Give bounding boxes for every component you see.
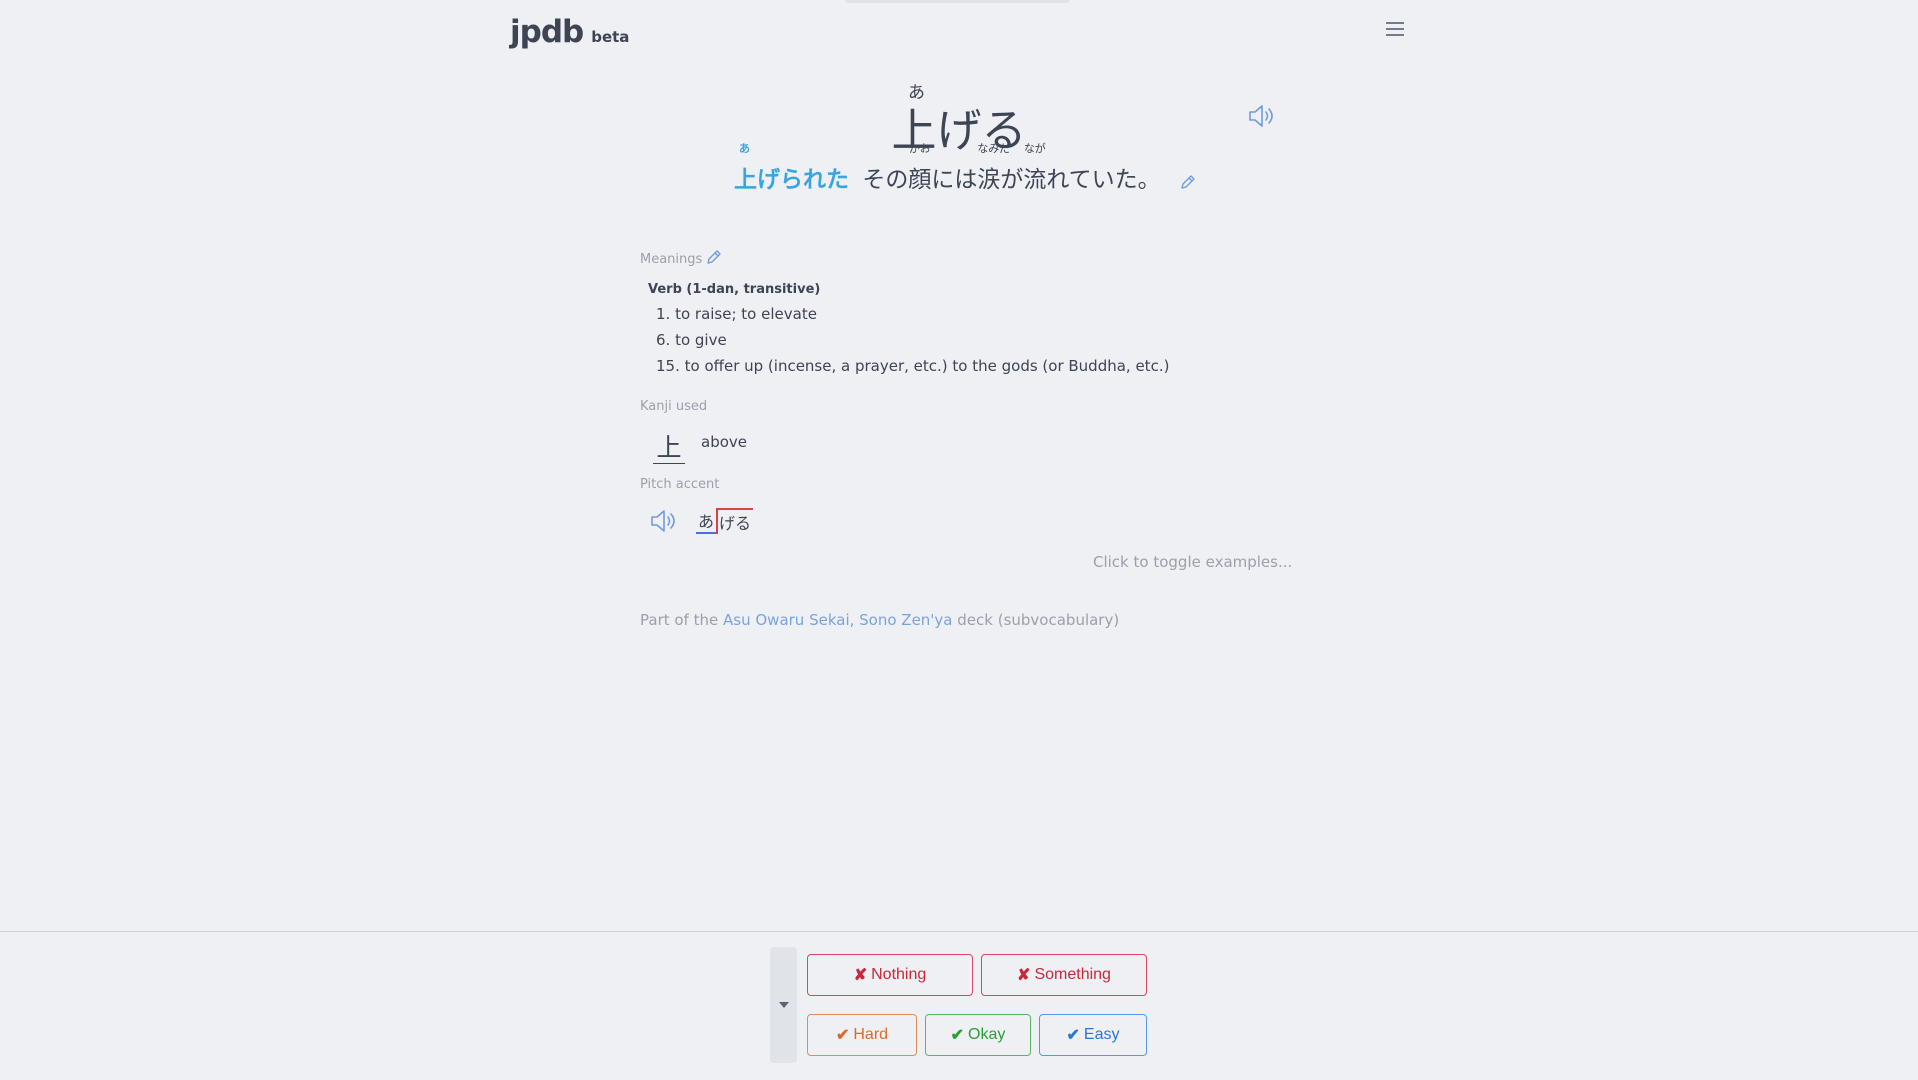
logo-text: jpdb xyxy=(510,14,584,50)
cross-icon: ✘ xyxy=(853,967,868,984)
toggle-examples-link[interactable]: Click to toggle examples... xyxy=(1093,553,1292,571)
grade-okay-button[interactable]: ✔ Okay xyxy=(925,1014,1031,1056)
chevron-down-icon xyxy=(778,1002,789,1008)
edit-sentence-pencil-icon[interactable] xyxy=(1180,174,1196,194)
site-logo[interactable]: jpdb beta xyxy=(510,14,629,50)
word-audio-icon[interactable] xyxy=(1248,104,1276,132)
sentence-segment: その xyxy=(862,167,909,193)
deck-info: Part of the Asu Owaru Sekai, Sono Zen'ya… xyxy=(640,611,1119,629)
meaning-item: 6. to give xyxy=(656,331,727,349)
meaning-item: 15. to offer up (incense, a prayer, etc.… xyxy=(656,357,1170,375)
grade-easy-button[interactable]: ✔ Easy xyxy=(1039,1014,1147,1056)
pitch-accent-label: Pitch accent xyxy=(640,477,720,492)
edit-meanings-pencil-icon[interactable] xyxy=(706,249,722,269)
deck-prefix: Part of the xyxy=(640,611,719,629)
pitch-audio-icon[interactable] xyxy=(650,509,678,537)
word-spelling: 上げる xyxy=(891,104,1027,157)
hamburger-menu-icon[interactable] xyxy=(1386,22,1404,36)
sentence-target-word[interactable]: あ上げられた xyxy=(734,142,849,194)
sentence-segment[interactable]: なが流 xyxy=(1023,142,1046,194)
sentence-segment: が xyxy=(1000,167,1024,193)
example-sentence: あ上げられた その かお顔には なみだ涙がなが流れていた。 xyxy=(734,142,1161,194)
part-of-speech: Verb (1-dan, transitive) xyxy=(648,282,821,297)
checkmark-icon: ✔ xyxy=(950,1027,965,1044)
meanings-label: Meanings xyxy=(640,252,703,267)
checkmark-icon: ✔ xyxy=(835,1027,850,1044)
deck-suffix: deck (subvocabulary) xyxy=(957,611,1120,629)
sentence-segment[interactable]: なみだ涙 xyxy=(977,142,1010,194)
target-word-text: 上げられた xyxy=(734,167,849,193)
pitch-low-mora: あ xyxy=(696,508,717,534)
grade-something-button[interactable]: ✘ Something xyxy=(981,954,1147,996)
pitch-accent-graph: あげる xyxy=(696,508,754,534)
checkmark-icon: ✔ xyxy=(1066,1027,1080,1044)
kanji-used-label: Kanji used xyxy=(640,399,708,414)
beta-badge: beta xyxy=(591,28,630,46)
top-drag-handle xyxy=(845,0,1070,3)
pitch-high-mora: げる xyxy=(716,508,754,534)
cross-icon: ✘ xyxy=(1017,967,1031,984)
grade-hard-button[interactable]: ✔ Hard xyxy=(807,1014,917,1056)
deck-link[interactable]: Asu Owaru Sekai, Sono Zen'ya xyxy=(723,611,952,629)
target-furigana: あ xyxy=(739,142,750,155)
grade-nothing-button[interactable]: ✘ Nothing xyxy=(807,954,973,996)
meaning-item: 1. to raise; to elevate xyxy=(656,305,817,323)
kanji-link[interactable]: 上 xyxy=(653,428,685,464)
footer-divider xyxy=(0,931,1918,932)
kanji-meaning: above xyxy=(701,433,747,451)
sentence-segment: には xyxy=(931,167,978,193)
sentence-segment: れていた。 xyxy=(1046,167,1161,193)
sentence-segment[interactable]: かお顔 xyxy=(908,142,931,194)
collapse-toggle[interactable] xyxy=(770,947,797,1063)
